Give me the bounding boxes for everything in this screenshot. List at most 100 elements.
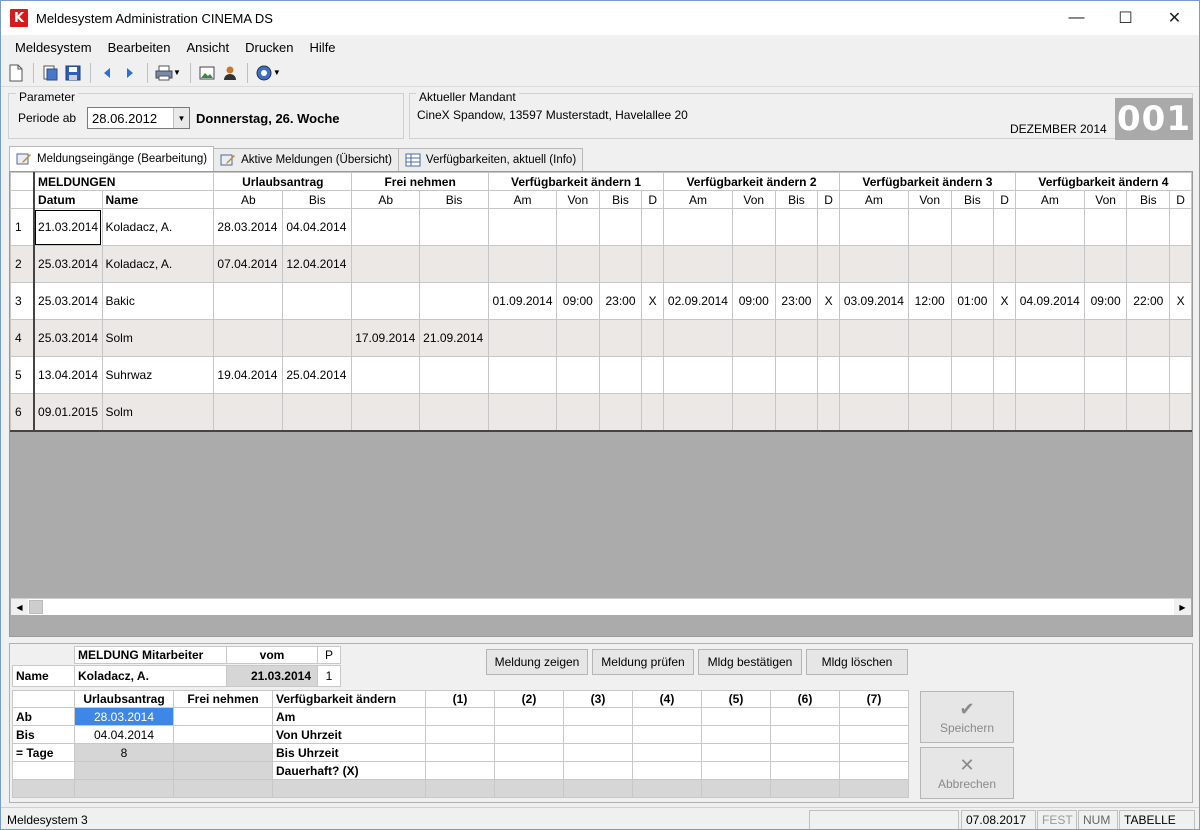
grid-cell[interactable] xyxy=(488,356,557,394)
grid-cell[interactable] xyxy=(1014,393,1085,432)
verf-input-cell[interactable] xyxy=(494,761,564,780)
grid-cell[interactable] xyxy=(488,208,557,246)
grid-cell[interactable]: 04.09.2014 xyxy=(1014,282,1085,320)
grid-cell[interactable] xyxy=(907,393,952,432)
grid-cell[interactable]: Koladacz, A. xyxy=(101,208,215,246)
image-icon[interactable] xyxy=(196,62,218,84)
grid-cell[interactable] xyxy=(663,208,733,246)
verf-input-cell[interactable] xyxy=(770,707,840,726)
grid-cell[interactable] xyxy=(419,282,490,320)
table-row[interactable]: 5 13.04.2014 Suhrwaz 19.04.2014 25.04.2014 xyxy=(10,356,1192,394)
meldungen-grid[interactable]: MELDUNGEN Urlaubsantrag Frei nehmen Verf… xyxy=(9,171,1193,637)
grid-cell[interactable] xyxy=(774,319,819,357)
grid-cell[interactable]: 02.09.2014 xyxy=(663,282,733,320)
grid-cell[interactable]: 25.03.2014 xyxy=(33,245,103,283)
grid-cell[interactable] xyxy=(817,393,840,432)
menu-bearbeiten[interactable]: Bearbeiten xyxy=(100,37,179,59)
verf-input-cell[interactable] xyxy=(839,761,909,780)
grid-cell[interactable] xyxy=(907,356,952,394)
menu-ansicht[interactable]: Ansicht xyxy=(178,37,237,59)
horizontal-scrollbar[interactable]: ◀ ▶ xyxy=(11,598,1191,615)
grid-cell[interactable] xyxy=(993,356,1016,394)
grid-cell[interactable] xyxy=(817,319,840,357)
chevron-down-icon[interactable]: ▼ xyxy=(173,108,189,128)
grid-cell[interactable] xyxy=(838,319,909,357)
grid-cell[interactable] xyxy=(817,356,840,394)
grid-cell[interactable]: 28.03.2014 xyxy=(213,208,284,246)
grid-cell[interactable] xyxy=(950,356,995,394)
grid-cell[interactable] xyxy=(907,319,952,357)
verf-input-cell[interactable] xyxy=(563,725,633,744)
scroll-left-icon[interactable]: ◀ xyxy=(11,599,28,615)
grid-cell[interactable] xyxy=(419,356,490,394)
verf-input-cell[interactable] xyxy=(563,761,633,780)
table-row[interactable]: 3 25.03.2014 Bakic 01.09.2014 09:00 23:00 X 02.… xyxy=(10,282,1192,320)
new-document-icon[interactable] xyxy=(5,62,27,84)
grid-cell[interactable] xyxy=(1083,208,1128,246)
grid-cell[interactable] xyxy=(774,393,819,432)
verf-input-cell[interactable] xyxy=(425,707,495,726)
grid-cell[interactable] xyxy=(993,245,1016,283)
grid-cell[interactable]: X xyxy=(641,282,665,320)
grid-cell[interactable] xyxy=(555,356,600,394)
grid-cell[interactable] xyxy=(950,208,995,246)
scrollbar-thumb[interactable] xyxy=(29,600,43,614)
grid-cell[interactable] xyxy=(731,208,776,246)
grid-cell[interactable] xyxy=(641,356,665,394)
grid-cell[interactable]: 03.09.2014 xyxy=(838,282,909,320)
verf-input-cell[interactable] xyxy=(701,725,771,744)
grid-cell[interactable] xyxy=(731,393,776,432)
close-button[interactable]: ✕ xyxy=(1150,1,1199,35)
minimize-button[interactable]: — xyxy=(1052,1,1101,35)
grid-cell[interactable]: 17.09.2014 xyxy=(351,319,421,357)
grid-cell[interactable] xyxy=(663,245,733,283)
verf-input-cell[interactable] xyxy=(701,743,771,762)
grid-cell[interactable]: 12:00 xyxy=(907,282,952,320)
grid-cell[interactable]: 23:00 xyxy=(774,282,819,320)
verf-input-cell[interactable] xyxy=(632,707,702,726)
verf-input-cell[interactable] xyxy=(632,743,702,762)
grid-cell[interactable] xyxy=(1014,245,1085,283)
grid-cell[interactable] xyxy=(950,319,995,357)
verf-input-cell[interactable] xyxy=(839,725,909,744)
grid-cell[interactable] xyxy=(1083,319,1128,357)
menu-drucken[interactable]: Drucken xyxy=(237,37,301,59)
grid-cell[interactable] xyxy=(555,208,600,246)
periode-date-select[interactable]: 28.06.2012 ▼ xyxy=(87,107,190,129)
verf-input-cell[interactable] xyxy=(425,743,495,762)
grid-cell[interactable] xyxy=(1083,245,1128,283)
grid-cell[interactable] xyxy=(488,245,557,283)
grid-cell[interactable]: Solm xyxy=(101,319,215,357)
grid-cell[interactable]: 04.04.2014 xyxy=(282,208,353,246)
grid-cell[interactable]: 09.01.2015 xyxy=(33,393,103,432)
grid-cell[interactable] xyxy=(351,356,421,394)
grid-cell[interactable] xyxy=(663,393,733,432)
grid-cell[interactable] xyxy=(993,393,1016,432)
urlaub-ab-input[interactable]: 28.03.2014 xyxy=(74,707,174,726)
grid-cell[interactable]: 13.04.2014 xyxy=(33,356,103,394)
grid-cell[interactable]: 19.04.2014 xyxy=(213,356,284,394)
grid-cell[interactable] xyxy=(1126,393,1171,432)
grid-cell[interactable] xyxy=(907,245,952,283)
grid-cell[interactable] xyxy=(598,393,643,432)
grid-cell[interactable] xyxy=(351,245,421,283)
grid-cell[interactable] xyxy=(488,393,557,432)
grid-cell[interactable]: 07.04.2014 xyxy=(213,245,284,283)
grid-cell[interactable] xyxy=(351,208,421,246)
verf-input-cell[interactable] xyxy=(563,707,633,726)
grid-cell[interactable]: 21.03.2014 xyxy=(33,208,103,246)
grid-cell[interactable]: 12.04.2014 xyxy=(282,245,353,283)
verf-input-cell[interactable] xyxy=(425,761,495,780)
grid-cell[interactable] xyxy=(351,282,421,320)
grid-cell[interactable] xyxy=(1169,208,1192,246)
meldung-pruefen-button[interactable]: Meldung prüfen xyxy=(592,649,694,675)
grid-cell[interactable] xyxy=(663,356,733,394)
grid-cell[interactable]: Suhrwaz xyxy=(101,356,215,394)
scroll-right-icon[interactable]: ▶ xyxy=(1174,599,1191,615)
frei-bis-input[interactable] xyxy=(173,725,273,744)
abbrechen-button[interactable]: ✕ Abbrechen xyxy=(920,747,1014,799)
grid-cell[interactable] xyxy=(488,319,557,357)
grid-cell[interactable] xyxy=(1169,245,1192,283)
grid-cell[interactable]: Bakic xyxy=(101,282,215,320)
grid-cell[interactable] xyxy=(555,393,600,432)
